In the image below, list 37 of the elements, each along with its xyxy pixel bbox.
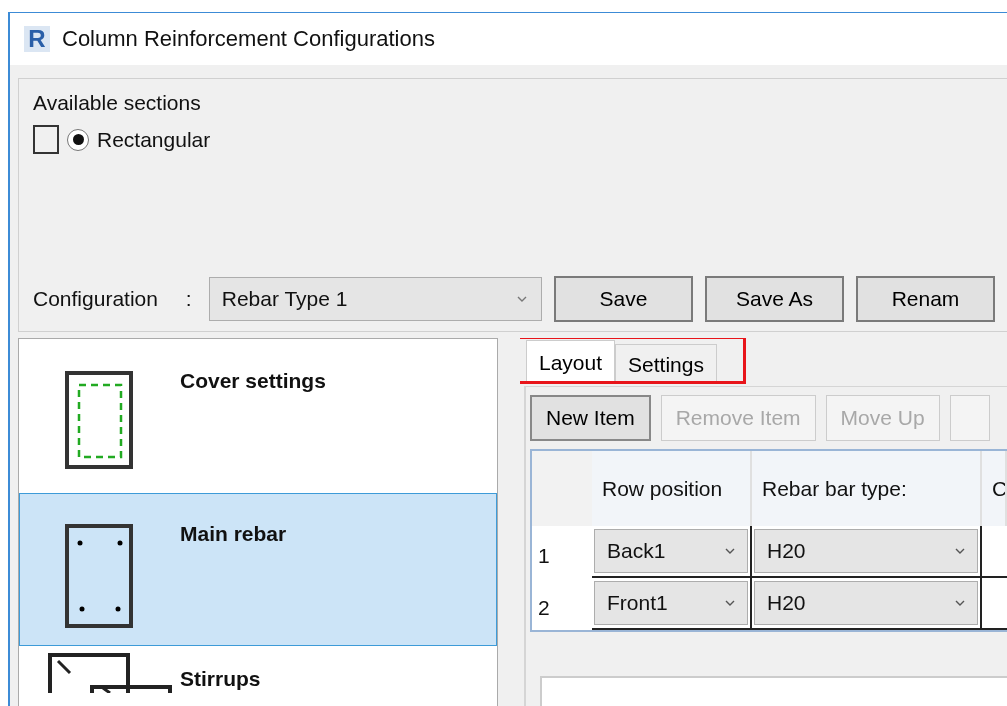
column-header[interactable]: Row position	[592, 451, 752, 526]
checkbox[interactable]	[33, 125, 59, 154]
group-label: Available sections	[33, 91, 201, 115]
separator-text: :	[185, 287, 193, 311]
row-number: 1	[537, 543, 551, 569]
bar-type-dropdown[interactable]: H20	[754, 581, 978, 625]
dialog-button[interactable]: Save	[554, 276, 693, 322]
rebar-section-icon	[65, 524, 135, 628]
configuration-label: Configuration	[33, 287, 159, 311]
window-title: Column Reinforcement Configurations	[62, 26, 435, 52]
cover-section-icon	[65, 371, 135, 471]
stirrup-section-icon	[48, 653, 172, 693]
sidebar-item[interactable]: Main rebar	[19, 493, 497, 646]
column-header[interactable]: Rebar bar type:	[752, 451, 982, 526]
radio-label: Rectangular	[97, 127, 211, 152]
row-number: 2	[537, 595, 551, 621]
sidebar-label: Cover settings	[180, 368, 326, 393]
caret-icon	[725, 600, 735, 606]
dialog-button[interactable]: Save As	[705, 276, 844, 322]
radio-button[interactable]	[67, 128, 89, 151]
sidebar-label: Main rebar	[180, 521, 287, 546]
row-position-dropdown[interactable]: Front1	[594, 581, 748, 625]
configuration-dropdown[interactable]: Rebar Type 1	[208, 277, 542, 321]
tab[interactable]: Layout	[526, 340, 616, 384]
app-logo-icon: R	[24, 26, 50, 52]
tab[interactable]: Settings	[615, 344, 717, 384]
sidebar-label: Stirrups	[180, 666, 261, 691]
dialog-button[interactable]: Renam	[856, 276, 995, 322]
caret-icon	[955, 548, 965, 554]
bar-type-dropdown[interactable]: H20	[754, 529, 978, 573]
sidebar-item[interactable]: Cover settings	[19, 340, 497, 493]
caret-icon	[955, 600, 965, 606]
toolbar-button[interactable]: New Item	[530, 395, 651, 441]
caret-icon	[517, 296, 527, 302]
row-position-dropdown[interactable]: Back1	[594, 529, 748, 573]
sidebar-item[interactable]: Stirrups	[19, 646, 497, 706]
caret-icon	[725, 548, 735, 554]
